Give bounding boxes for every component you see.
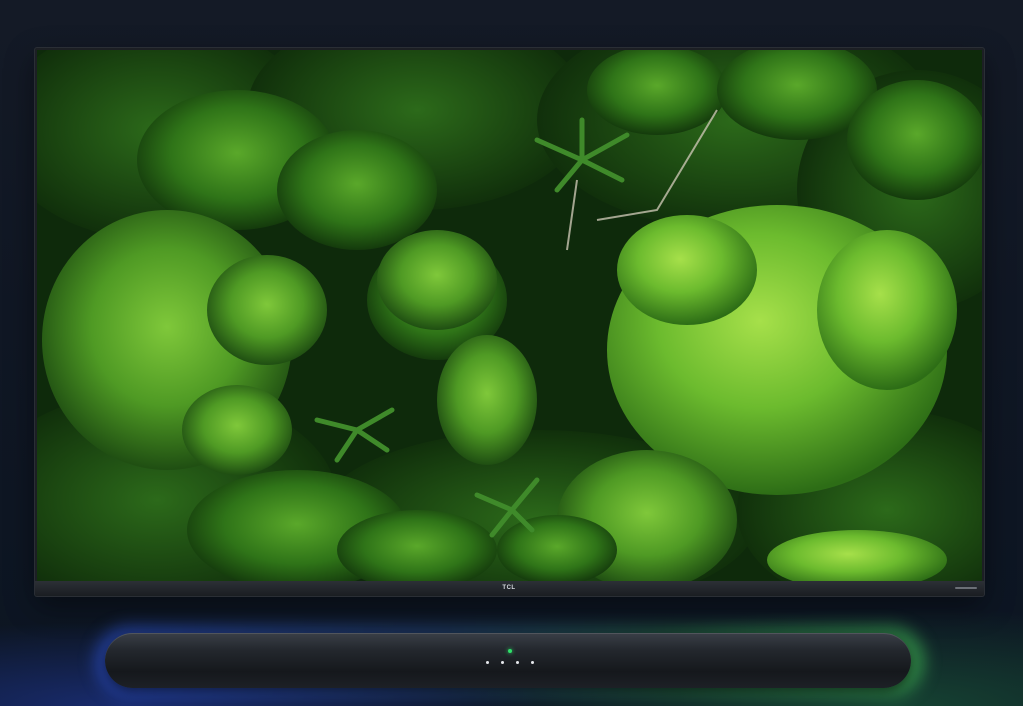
television: TCL bbox=[35, 48, 984, 596]
tv-badge bbox=[955, 587, 977, 589]
indicator-dot bbox=[516, 661, 519, 664]
indicator-dot bbox=[531, 661, 534, 664]
soundbar-indicator-dots bbox=[486, 661, 536, 665]
status-led-icon bbox=[508, 649, 512, 653]
indicator-dot bbox=[486, 661, 489, 664]
indicator-dot bbox=[501, 661, 504, 664]
rainforest-canopy-image bbox=[37, 50, 982, 581]
tcl-logo: TCL bbox=[502, 585, 516, 591]
tv-bottom-bezel: TCL bbox=[35, 581, 984, 596]
soundbar bbox=[105, 633, 911, 688]
tv-screen bbox=[37, 50, 982, 581]
